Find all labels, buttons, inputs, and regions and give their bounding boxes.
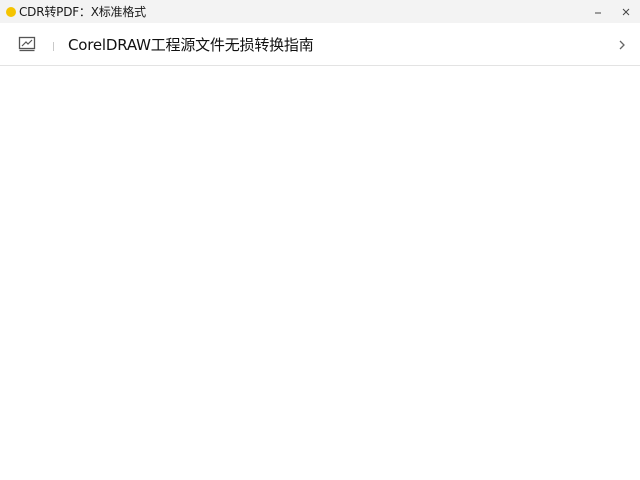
close-icon bbox=[622, 8, 630, 15]
list-item-label: CorelDRAW工程源文件无损转换指南 bbox=[68, 36, 314, 54]
row-divider bbox=[53, 42, 54, 51]
image-frame-icon bbox=[18, 36, 36, 52]
close-button[interactable] bbox=[612, 0, 640, 23]
list-item[interactable]: CorelDRAW工程源文件无损转换指南 bbox=[0, 23, 640, 66]
content-area bbox=[0, 66, 640, 480]
minimize-button[interactable] bbox=[584, 0, 612, 23]
window-controls bbox=[584, 0, 640, 23]
title-bar: CDR转PDF：X标准格式 bbox=[0, 0, 640, 23]
chevron-right-icon bbox=[619, 40, 625, 50]
app-dot-icon bbox=[6, 6, 16, 17]
minimize-icon bbox=[595, 12, 601, 13]
window-title: CDR转PDF：X标准格式 bbox=[19, 5, 146, 19]
app-window: CDR转PDF：X标准格式 CorelDRAW工程源文件无损转换指南 bbox=[0, 0, 640, 480]
